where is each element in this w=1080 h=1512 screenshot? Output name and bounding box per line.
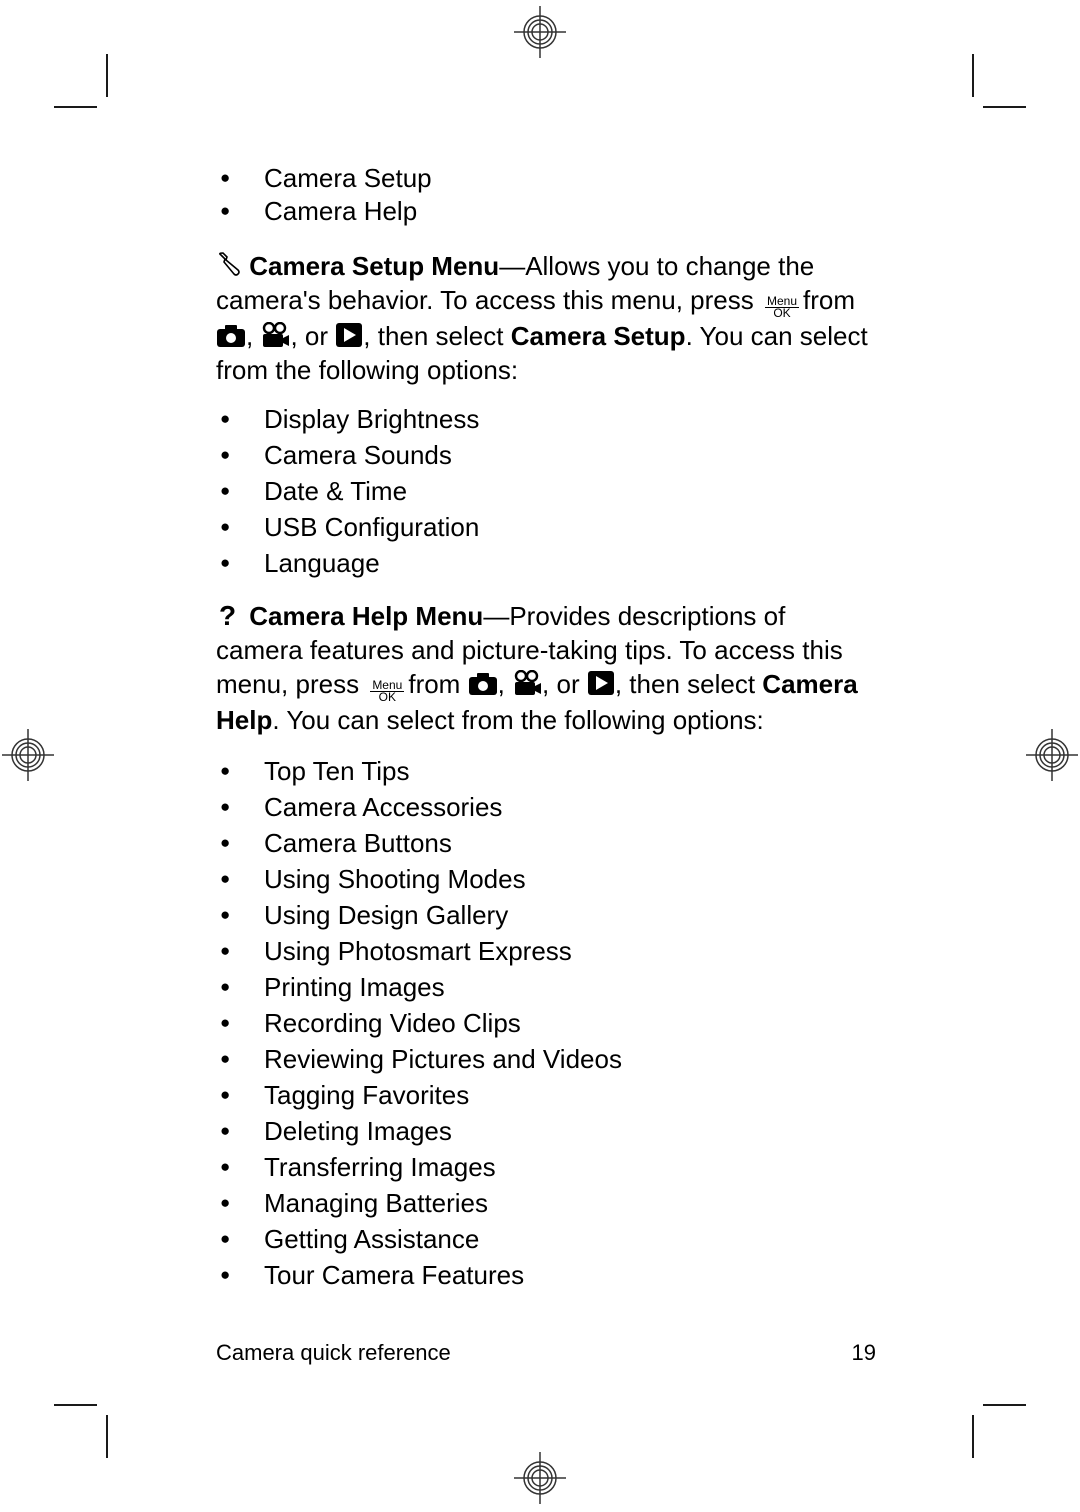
list-item: Using Photosmart Express	[216, 933, 876, 969]
help-options-list: Top Ten Tips Camera Accessories Camera B…	[216, 753, 876, 1293]
list-item: Camera Sounds	[216, 437, 876, 473]
crop-mark	[983, 106, 1026, 108]
crop-mark	[972, 54, 974, 97]
footer-section-title: Camera quick reference	[216, 1340, 451, 1365]
registration-mark-icon	[514, 6, 566, 58]
list-item: Transferring Images	[216, 1149, 876, 1185]
playback-icon	[336, 323, 363, 347]
list-item: Display Brightness	[216, 401, 876, 437]
help-description: ? Camera Help Menu—Provides descriptions…	[216, 601, 858, 735]
registration-mark-icon	[1026, 729, 1078, 781]
setup-title: Camera Setup Menu	[249, 251, 500, 281]
list-item: USB Configuration	[216, 509, 876, 545]
list-item: Tagging Favorites	[216, 1077, 876, 1113]
video-camera-icon	[263, 322, 290, 347]
help-title: Camera Help Menu	[249, 601, 484, 631]
question-icon: ?	[219, 602, 236, 628]
list-item: Recording Video Clips	[216, 1005, 876, 1041]
list-item: Tour Camera Features	[216, 1257, 876, 1293]
wrench-icon	[219, 252, 240, 276]
page-footer: Camera quick reference 19	[216, 1340, 876, 1366]
list-item: Camera Setup	[216, 160, 876, 196]
crop-mark	[972, 1415, 974, 1458]
setup-options-list: Display Brightness Camera Sounds Date & …	[216, 401, 876, 581]
page-number: 19	[851, 1340, 876, 1365]
list-item: Camera Help	[216, 193, 876, 229]
list-item: Getting Assistance	[216, 1221, 876, 1257]
crop-mark	[983, 1404, 1026, 1406]
list-item: Camera Accessories	[216, 789, 876, 825]
list-item: Managing Batteries	[216, 1185, 876, 1221]
list-item: Top Ten Tips	[216, 753, 876, 789]
list-item: Deleting Images	[216, 1113, 876, 1149]
list-item: Language	[216, 545, 876, 581]
page-content: Camera Setup Camera Help Camera Setup Me…	[216, 160, 876, 1293]
list-item: Using Design Gallery	[216, 897, 876, 933]
crop-mark	[54, 1404, 97, 1406]
svg-text:?: ?	[219, 602, 236, 628]
list-item: Using Shooting Modes	[216, 861, 876, 897]
camera-icon	[468, 673, 497, 695]
camera-icon	[217, 325, 245, 347]
video-camera-icon	[514, 670, 542, 695]
registration-mark-icon	[2, 729, 54, 781]
list-item: Camera Buttons	[216, 825, 876, 861]
menu-ok-button-icon: Menu OK	[370, 678, 405, 704]
setup-description: Camera Setup Menu—Allows you to change t…	[216, 251, 868, 385]
crop-mark	[106, 54, 108, 97]
crop-mark	[106, 1415, 108, 1458]
playback-icon	[587, 671, 614, 695]
list-item: Printing Images	[216, 969, 876, 1005]
crop-mark	[54, 106, 97, 108]
registration-mark-icon	[514, 1452, 566, 1504]
top-list: Camera Setup Camera Help	[216, 160, 876, 229]
menu-ok-button-icon: Menu OK	[764, 294, 800, 320]
list-item: Date & Time	[216, 473, 876, 509]
list-item: Reviewing Pictures and Videos	[216, 1041, 876, 1077]
